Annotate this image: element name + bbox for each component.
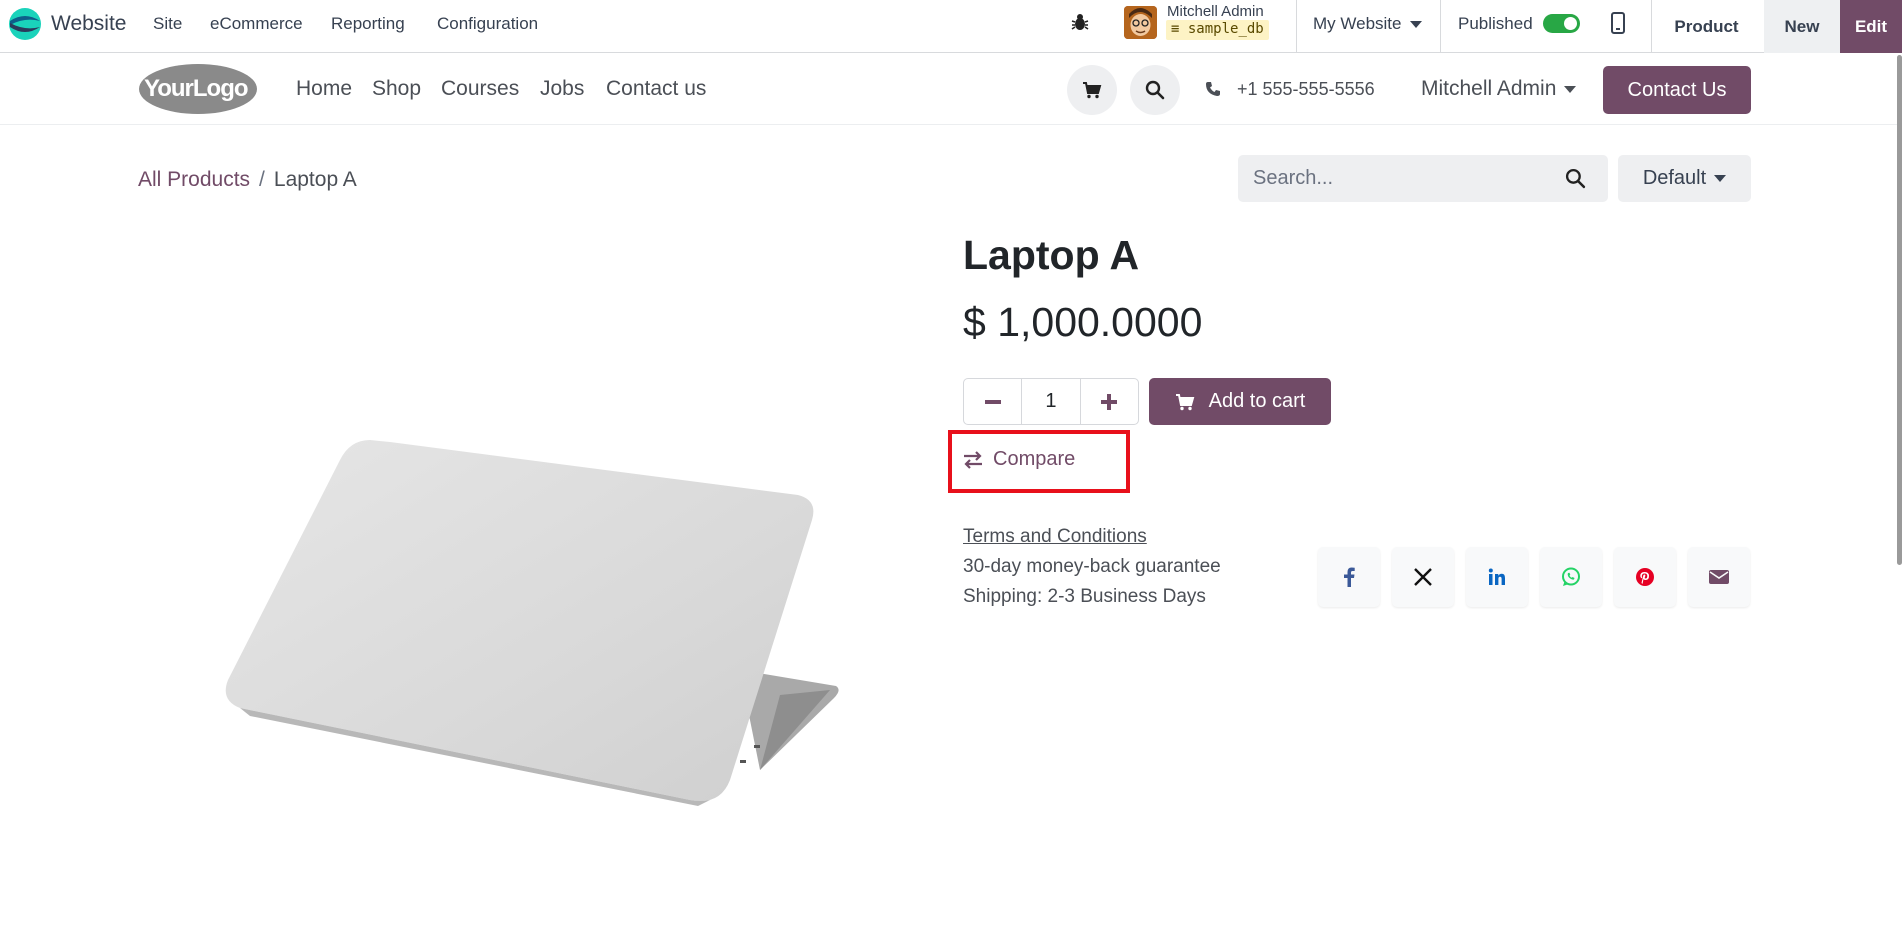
nav-courses[interactable]: Courses bbox=[441, 77, 519, 101]
website-header: YourLogo Home Shop Courses Jobs Contact … bbox=[0, 53, 1902, 125]
divider bbox=[1440, 0, 1441, 53]
product-price: $ 1,000.0000 bbox=[963, 299, 1203, 345]
database-icon: ≡ bbox=[1171, 21, 1180, 37]
quantity-input[interactable]: 1 bbox=[1021, 379, 1081, 424]
share-facebook-button[interactable] bbox=[1318, 547, 1380, 607]
menu-site[interactable]: Site bbox=[153, 14, 182, 34]
chevron-down-icon bbox=[1714, 175, 1727, 182]
search-icon bbox=[1145, 80, 1165, 100]
database-badge: ≡ sample_db bbox=[1166, 20, 1269, 40]
menu-reporting[interactable]: Reporting bbox=[331, 14, 405, 34]
pinterest-icon bbox=[1636, 568, 1654, 586]
sort-dropdown[interactable]: Default bbox=[1618, 155, 1751, 202]
website-app-icon[interactable] bbox=[8, 7, 42, 41]
guarantee-text: 30-day money-back guarantee bbox=[963, 556, 1221, 577]
phone-icon bbox=[1206, 82, 1220, 96]
user-avatar[interactable] bbox=[1124, 6, 1157, 39]
add-to-cart-label: Add to cart bbox=[1208, 390, 1306, 412]
admin-user-name[interactable]: Mitchell Admin bbox=[1167, 3, 1264, 20]
share-x-button[interactable] bbox=[1392, 547, 1454, 607]
cart-icon bbox=[1083, 82, 1102, 99]
avatar-face-icon bbox=[1124, 6, 1157, 39]
logo-text: YourLogo bbox=[144, 75, 248, 102]
cart-icon bbox=[1175, 393, 1194, 410]
product-search bbox=[1238, 155, 1608, 202]
page-scrollbar[interactable] bbox=[1897, 55, 1902, 565]
nav-home[interactable]: Home bbox=[296, 77, 352, 101]
mobile-preview-icon[interactable] bbox=[1610, 12, 1626, 34]
share-email-button[interactable] bbox=[1688, 547, 1750, 607]
cart-button[interactable] bbox=[1067, 65, 1117, 115]
site-logo[interactable]: YourLogo bbox=[138, 63, 258, 115]
menu-configuration[interactable]: Configuration bbox=[437, 14, 538, 34]
decrease-quantity-button[interactable] bbox=[964, 379, 1021, 424]
search-toggle-button[interactable] bbox=[1130, 65, 1180, 115]
search-input[interactable] bbox=[1253, 155, 1553, 202]
breadcrumb-all-products[interactable]: All Products bbox=[138, 168, 250, 191]
shipping-text: Shipping: 2-3 Business Days bbox=[963, 586, 1206, 607]
breadcrumb-current: Laptop A bbox=[273, 168, 357, 191]
breadcrumb: All Products / Laptop A bbox=[138, 168, 357, 192]
chevron-down-icon bbox=[1564, 85, 1577, 93]
search-icon[interactable] bbox=[1565, 168, 1586, 189]
odoo-admin-bar: Website Site eCommerce Reporting Configu… bbox=[0, 0, 1902, 53]
debug-bug-icon[interactable] bbox=[1071, 12, 1089, 32]
nav-contact-us[interactable]: Contact us bbox=[606, 77, 706, 101]
contact-us-button[interactable]: Contact Us bbox=[1603, 66, 1751, 114]
edit-button[interactable]: Edit bbox=[1840, 0, 1902, 53]
share-whatsapp-button[interactable] bbox=[1540, 547, 1602, 607]
linkedin-icon bbox=[1488, 568, 1505, 585]
nav-shop[interactable]: Shop bbox=[372, 77, 421, 101]
whatsapp-icon bbox=[1562, 567, 1580, 586]
published-label: Published bbox=[1458, 14, 1533, 33]
increase-quantity-button[interactable] bbox=[1081, 379, 1138, 424]
highlight-annotation-box bbox=[948, 430, 1130, 493]
facebook-icon bbox=[1344, 567, 1355, 587]
chevron-down-icon bbox=[1409, 21, 1422, 29]
sort-label: Default bbox=[1642, 167, 1707, 189]
header-user-menu[interactable]: Mitchell Admin bbox=[1421, 77, 1577, 101]
app-name[interactable]: Website bbox=[51, 12, 126, 36]
add-to-cart-button[interactable]: Add to cart bbox=[1149, 378, 1331, 425]
breadcrumb-separator: / bbox=[259, 168, 265, 191]
minus-icon bbox=[984, 399, 1001, 404]
database-name: sample_db bbox=[1187, 21, 1264, 37]
website-selector-label: My Website bbox=[1313, 14, 1402, 33]
product-image bbox=[225, 440, 839, 806]
website-selector[interactable]: My Website bbox=[1313, 14, 1422, 34]
new-button[interactable]: New bbox=[1764, 0, 1840, 53]
divider bbox=[1651, 0, 1652, 53]
quantity-stepper: 1 bbox=[963, 378, 1139, 425]
product-title: Laptop A bbox=[963, 232, 1140, 278]
plus-icon bbox=[1101, 393, 1118, 410]
terms-and-conditions-link[interactable]: Terms and Conditions bbox=[963, 526, 1147, 548]
menu-ecommerce[interactable]: eCommerce bbox=[210, 14, 303, 34]
divider bbox=[1296, 0, 1297, 53]
x-icon bbox=[1414, 568, 1432, 586]
share-linkedin-button[interactable] bbox=[1466, 547, 1528, 607]
product-button[interactable]: Product bbox=[1654, 0, 1759, 53]
share-pinterest-button[interactable] bbox=[1614, 547, 1676, 607]
published-toggle[interactable] bbox=[1543, 14, 1580, 33]
header-user-name: Mitchell Admin bbox=[1421, 77, 1557, 100]
header-phone[interactable]: +1 555-555-5556 bbox=[1237, 79, 1375, 100]
email-icon bbox=[1709, 570, 1729, 584]
nav-jobs[interactable]: Jobs bbox=[540, 77, 584, 101]
